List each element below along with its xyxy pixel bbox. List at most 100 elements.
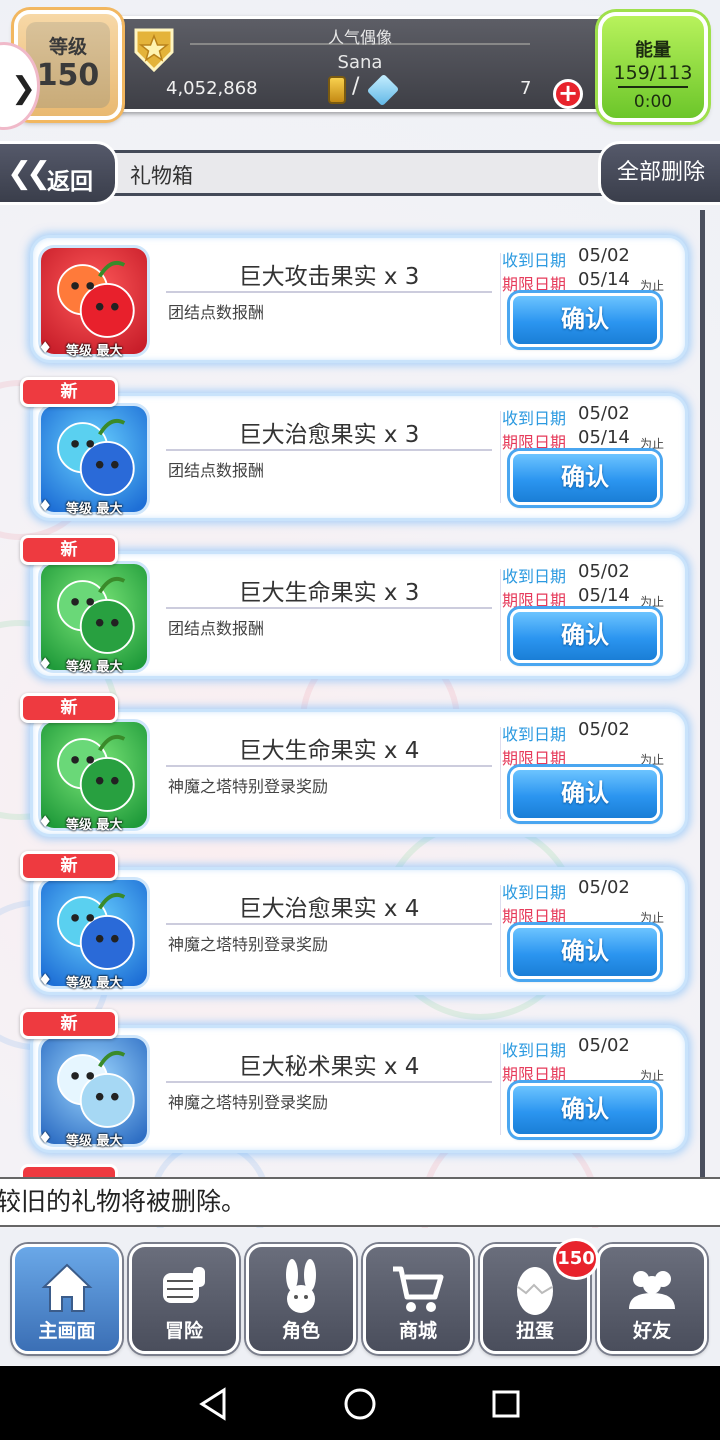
gift-card: ♦ 等级 最大 巨大生命果实 x 4 神魔之塔特别登录奖励 收到日期 05/02… <box>20 693 688 837</box>
rank-medal-icon <box>130 24 178 73</box>
energy-label: 能量 <box>635 40 671 61</box>
received-date-label: 收到日期 <box>502 883 567 902</box>
max-level-badge: 等级 最大 <box>66 502 123 517</box>
received-date-label: 收到日期 <box>502 1041 567 1060</box>
nav-label: 主画面 <box>38 1320 96 1342</box>
gold-amount: 4,052,868 <box>166 78 258 99</box>
confirm-button[interactable]: 确认 <box>510 767 660 821</box>
status-bar: 人气偶像 Sana 4,052,868 / 7 + 等级 150 ❯ 能量 15… <box>0 0 720 130</box>
nav-label: 角色 <box>281 1320 320 1342</box>
nav-button[interactable]: 角色 <box>246 1244 356 1354</box>
gift-name: 巨大秘术果实 x 4 <box>238 1054 420 1080</box>
confirm-button[interactable]: 确认 <box>510 1083 660 1137</box>
gift-source: 团结点数报酬 <box>168 619 265 638</box>
bottom-nav: 主画面 冒险 角色 商城 扭蛋 好友 <box>0 1228 720 1365</box>
new-tag: 新 <box>20 377 118 407</box>
until-label: 为止 <box>640 279 665 293</box>
expiry-date: 05/14 <box>578 585 630 606</box>
received-date-label: 收到日期 <box>502 567 567 586</box>
received-date: 05/02 <box>578 1035 630 1056</box>
gift-name: 巨大生命果实 x 3 <box>238 580 420 606</box>
confirm-button[interactable]: 确认 <box>510 293 660 347</box>
max-level-badge: 等级 最大 <box>66 976 123 991</box>
gift-name: 巨大治愈果实 x 4 <box>238 896 420 922</box>
rabbit-icon <box>249 1257 353 1319</box>
element-icon: ♦ <box>38 812 53 831</box>
received-date: 05/02 <box>578 719 630 740</box>
received-date-label: 收到日期 <box>502 409 567 428</box>
gift-card: ♦ 等级 最大 巨大秘术果实 x 4 神魔之塔特别登录奖励 收到日期 05/02… <box>20 1009 688 1153</box>
nav-button[interactable]: 商城 <box>363 1244 473 1354</box>
energy-timer: 0:00 <box>633 92 673 112</box>
expiry-date-label: 期限日期 <box>502 749 567 768</box>
max-level-badge: 等级 最大 <box>66 344 123 359</box>
received-date: 05/02 <box>578 245 630 266</box>
gift-source: 团结点数报酬 <box>168 303 265 322</box>
back-button[interactable]: ❮❮ 返回 <box>0 141 118 205</box>
gift-source: 神魔之塔特别登录奖励 <box>168 935 329 954</box>
system-nav-bar <box>0 1366 720 1440</box>
element-icon: ♦ <box>38 338 53 357</box>
back-triangle-icon[interactable] <box>196 1386 232 1422</box>
expiry-date-label: 期限日期 <box>502 907 567 926</box>
new-tag: 新 <box>20 535 118 565</box>
delete-all-button[interactable]: 全部删除 <box>598 141 720 205</box>
gift-card: ♦ 等级 最大 巨大攻击果实 x 3 团结点数报酬 收到日期 05/02 期限日… <box>30 235 688 363</box>
home-circle-icon[interactable] <box>342 1386 378 1422</box>
until-label: 为止 <box>640 911 665 925</box>
element-icon: ♦ <box>38 654 53 673</box>
gift-card: ♦ 等级 最大 巨大生命果实 x 3 团结点数报酬 收到日期 05/02 期限日… <box>20 535 688 679</box>
add-gems-button[interactable]: + <box>553 79 583 109</box>
new-tag: 新 <box>20 1009 118 1039</box>
level-label: 等级 <box>48 36 87 58</box>
nav-label: 扭蛋 <box>515 1320 554 1342</box>
received-date: 05/02 <box>578 877 630 898</box>
gift-name: 巨大生命果实 x 4 <box>238 738 420 764</box>
gem-count: 7 <box>520 78 532 99</box>
new-tag: 新 <box>20 693 118 723</box>
received-date-label: 收到日期 <box>502 251 567 270</box>
cart-icon <box>366 1257 470 1319</box>
friends-icon <box>600 1257 704 1319</box>
currency-separator: / <box>352 74 360 99</box>
element-icon: ♦ <box>38 1128 53 1147</box>
received-date: 05/02 <box>578 403 630 424</box>
confirm-button[interactable]: 确认 <box>510 925 660 979</box>
nav-label: 商城 <box>398 1320 437 1342</box>
received-date: 05/02 <box>578 561 630 582</box>
max-level-badge: 等级 最大 <box>66 1134 123 1149</box>
energy-value: 159/113 <box>613 62 693 84</box>
until-label: 为止 <box>640 437 665 451</box>
expiry-date: 05/14 <box>578 427 630 448</box>
gift-card: ♦ 等级 最大 巨大治愈果实 x 3 团结点数报酬 收到日期 05/02 期限日… <box>20 377 688 521</box>
double-chevron-left-icon: ❮❮ <box>7 156 51 191</box>
gift-source: 神魔之塔特别登录奖励 <box>168 777 329 796</box>
notice-bar: 较旧的礼物将被删除。 <box>0 1177 720 1227</box>
confirm-button[interactable]: 确认 <box>510 609 660 663</box>
gift-source: 团结点数报酬 <box>168 461 265 480</box>
gift-name: 巨大攻击果实 x 3 <box>238 264 420 290</box>
gift-source: 神魔之塔特别登录奖励 <box>168 1093 329 1112</box>
recents-square-icon[interactable] <box>488 1386 524 1422</box>
chevron-right-icon: ❯ <box>11 71 37 106</box>
nav-button[interactable]: 冒险 <box>129 1244 239 1354</box>
max-level-badge: 等级 最大 <box>66 660 123 675</box>
element-icon: ♦ <box>38 970 53 989</box>
confirm-button[interactable]: 确认 <box>510 451 660 505</box>
fist-icon <box>132 1257 236 1319</box>
until-label: 为止 <box>640 595 665 609</box>
element-icon: ♦ <box>38 496 53 515</box>
gift-list[interactable]: ♦ 等级 最大 巨大攻击果实 x 3 团结点数报酬 收到日期 05/02 期限日… <box>0 220 720 1175</box>
notice-text: 较旧的礼物将被删除。 <box>0 1187 247 1216</box>
home-icon <box>15 1257 119 1319</box>
received-date-label: 收到日期 <box>502 725 567 744</box>
new-tag-partial <box>20 1164 118 1178</box>
nav-button[interactable]: 主画面 <box>12 1244 122 1354</box>
nav-button[interactable]: 好友 <box>597 1244 707 1354</box>
max-level-badge: 等级 最大 <box>66 818 123 833</box>
expiry-date-label: 期限日期 <box>502 591 567 610</box>
new-tag: 新 <box>20 851 118 881</box>
expiry-date-label: 期限日期 <box>502 1065 567 1084</box>
energy-box[interactable]: 能量 159/113 0:00 <box>598 12 708 122</box>
page-title: 礼物箱 <box>130 164 193 188</box>
